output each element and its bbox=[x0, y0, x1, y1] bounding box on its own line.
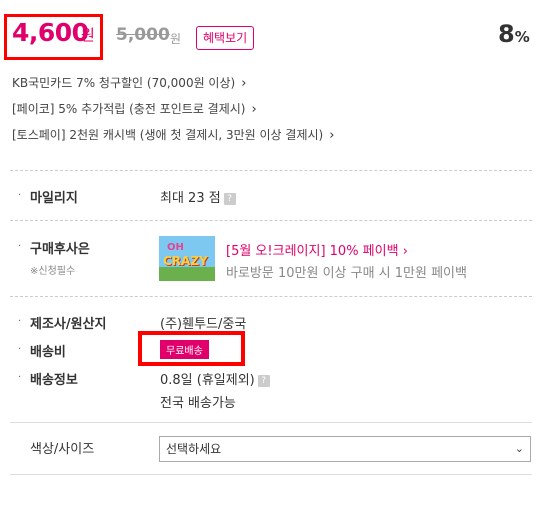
discount-rate: 8% bbox=[498, 20, 530, 48]
free-shipping-highlight-box bbox=[138, 331, 245, 366]
option-label: 색상/사이즈 bbox=[30, 442, 95, 457]
promo-text: [토스페이] 2천원 캐시백 (생애 첫 결제시, 3만원 이상 결제시) bbox=[12, 128, 324, 142]
sale-price-unit: 원 bbox=[81, 26, 95, 44]
original-price-unit: 원 bbox=[170, 32, 182, 46]
divider bbox=[10, 296, 532, 297]
option-select-value: 선택하세요 bbox=[166, 442, 222, 456]
bullet: · bbox=[18, 316, 22, 327]
shipping-coverage: 전국 배송가능 bbox=[160, 396, 236, 411]
discount-unit: % bbox=[514, 28, 530, 46]
promo-link-kb[interactable]: KB국민카드 7% 청구할인 (70,000원 이상) › bbox=[12, 74, 246, 91]
promo-text: KB국민카드 7% 청구할인 (70,000원 이상) bbox=[12, 76, 236, 90]
event-link[interactable]: [5월 오!크레이지] 10% 페이백 › bbox=[226, 240, 408, 259]
bullet: · bbox=[18, 344, 22, 355]
thumbnail-grass bbox=[159, 267, 215, 281]
help-icon[interactable]: ? bbox=[223, 192, 236, 205]
maker-label: 제조사/원산지 bbox=[30, 317, 107, 332]
gift-label: 구매후사은 bbox=[30, 242, 90, 257]
shipping-fee-label: 배송비 bbox=[30, 345, 66, 360]
event-title: [5월 오!크레이지] 10% 페이백 bbox=[226, 244, 399, 259]
divider bbox=[10, 170, 532, 171]
promo-link-payco[interactable]: [페이코] 5% 추가적립 (충전 포인트로 결제시) › bbox=[12, 100, 257, 117]
thumbnail-text-top: OH bbox=[167, 242, 184, 253]
promo-text: [페이코] 5% 추가적립 (충전 포인트로 결제시) bbox=[12, 102, 246, 116]
event-thumbnail[interactable]: OH CRAZY bbox=[159, 236, 215, 281]
mileage-value: 최대 23 점 bbox=[160, 191, 221, 206]
bullet: · bbox=[18, 372, 22, 383]
gift-sublabel: ※신청필수 bbox=[30, 266, 76, 277]
chevron-right-icon: › bbox=[251, 102, 257, 117]
mileage-value-row: 최대 23 점? bbox=[160, 187, 236, 206]
benefit-view-button[interactable]: 혜택보기 bbox=[196, 26, 255, 50]
help-icon[interactable]: ? bbox=[257, 374, 270, 387]
option-select[interactable]: 선택하세요 ⌄ bbox=[159, 436, 531, 462]
divider bbox=[10, 220, 532, 221]
sale-price: 4,600 bbox=[12, 18, 89, 47]
discount-value: 8 bbox=[498, 20, 515, 48]
shipping-info-value-row: 0.8일 (휴일제외)? bbox=[160, 369, 270, 388]
divider bbox=[10, 474, 532, 475]
chevron-down-icon: ⌄ bbox=[514, 442, 524, 455]
mileage-label: 마일리지 bbox=[30, 191, 78, 206]
event-description: 바로방문 10만원 이상 구매 시 1만원 페이백 bbox=[226, 266, 467, 281]
chevron-right-icon: › bbox=[329, 128, 335, 143]
divider bbox=[10, 422, 532, 423]
bullet: · bbox=[18, 241, 22, 252]
bullet: · bbox=[18, 190, 22, 201]
chevron-right-icon: › bbox=[241, 76, 247, 91]
thumbnail-text-bottom: CRAZY bbox=[163, 254, 208, 268]
original-price: 5,000 bbox=[116, 25, 170, 45]
shipping-info-value: 0.8일 (휴일제외) bbox=[160, 373, 255, 388]
shipping-info-label: 배송정보 bbox=[30, 373, 78, 388]
maker-value: (주)휀투드/중국 bbox=[160, 317, 247, 332]
promo-link-toss[interactable]: [토스페이] 2천원 캐시백 (생애 첫 결제시, 3만원 이상 결제시) › bbox=[12, 126, 334, 143]
chevron-right-icon: › bbox=[402, 244, 408, 259]
